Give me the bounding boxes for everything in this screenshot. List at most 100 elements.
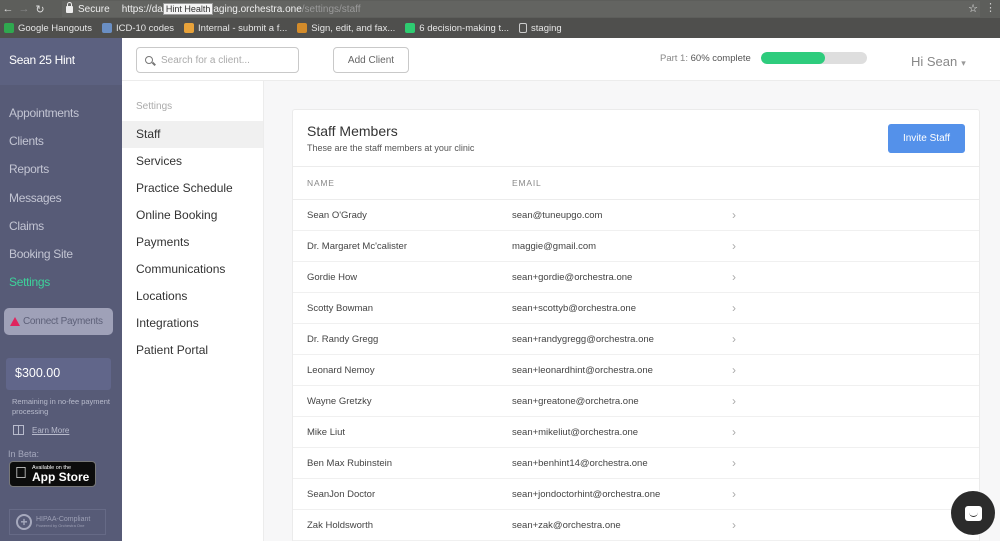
- bookmarks-bar: Google Hangouts ICD-10 codes Internal - su…: [0, 18, 1000, 38]
- back-icon[interactable]: ←: [0, 3, 16, 15]
- clinic-name[interactable]: Sean 25 Hint: [0, 38, 122, 85]
- staff-email: sean+jondoctorhint@orchestra.one: [512, 488, 661, 500]
- apple-icon: : [15, 465, 27, 483]
- settings-item-services[interactable]: Services: [122, 148, 263, 175]
- settings-item-online-booking[interactable]: Online Booking: [122, 202, 263, 229]
- bookmark-item[interactable]: Google Hangouts: [4, 23, 92, 34]
- staff-email: sean+gordie@orchestra.one: [512, 271, 633, 283]
- chevron-right-icon[interactable]: ›: [732, 332, 752, 346]
- warning-icon: [10, 317, 20, 327]
- staff-email: sean+leonardhint@orchestra.one: [512, 364, 653, 376]
- sidebar-item-booking-site[interactable]: Booking Site: [0, 240, 122, 268]
- secure-label: Secure: [78, 3, 110, 15]
- page-title: Staff Members: [307, 123, 398, 139]
- chevron-right-icon[interactable]: ›: [732, 270, 752, 284]
- staff-name: SeanJon Doctor: [307, 488, 376, 500]
- settings-item-payments[interactable]: Payments: [122, 229, 263, 256]
- connect-payments-button[interactable]: Connect Payments: [4, 308, 113, 336]
- in-beta-label: In Beta:: [8, 449, 40, 460]
- table-row[interactable]: SeanJon Doctor sean+jondoctorhint@orchest…: [293, 479, 979, 510]
- settings-item-locations[interactable]: Locations: [122, 283, 263, 310]
- connect-payments-label: Connect Payments: [23, 316, 103, 328]
- table-row[interactable]: Sean O'Grady sean@tuneupgo.com ›: [293, 200, 979, 231]
- table-row[interactable]: Scotty Bowman sean+scottyb@orchestra.one ›: [293, 293, 979, 324]
- url-field[interactable]: Secure https://da Hint Health aging.orch…: [62, 1, 980, 17]
- settings-item-communications[interactable]: Communications: [122, 256, 263, 283]
- table-row[interactable]: Leonard Nemoy sean+leonardhint@orchestra.…: [293, 355, 979, 386]
- main-sidebar: Sean 25 Hint Appointments Clients Reports M…: [0, 38, 122, 541]
- app-store-badge[interactable]:  Available on the App Store: [9, 461, 96, 488]
- chevron-right-icon[interactable]: ›: [732, 394, 752, 408]
- staff-name: Leonard Nemoy: [307, 364, 375, 376]
- sidebar-item-reports[interactable]: Reports: [0, 155, 122, 183]
- bookmark-star-icon[interactable]: ☆: [968, 2, 978, 15]
- search-input[interactable]: [161, 54, 286, 66]
- table-row[interactable]: Dr. Randy Gregg sean+randygregg@orchestra…: [293, 324, 979, 355]
- url-prefix: https://da: [121, 3, 163, 15]
- staff-email: sean@tuneupgo.com: [512, 209, 603, 221]
- staff-card: Staff Members These are the staff member…: [292, 109, 980, 541]
- browser-menu-icon[interactable]: ⋮: [985, 1, 996, 14]
- table-row[interactable]: Ben Max Rubinstein sean+benhint14@orchest…: [293, 448, 979, 479]
- bookmark-item[interactable]: Sign, edit, and fax...: [297, 23, 395, 34]
- hipaa-badge: + HIPAA-Compliant Powered by Orchestra O…: [9, 509, 106, 536]
- bookmark-item[interactable]: 6 decision-making t...: [405, 23, 509, 34]
- chevron-right-icon[interactable]: ›: [732, 208, 752, 222]
- chevron-right-icon[interactable]: ›: [732, 363, 752, 377]
- client-search[interactable]: [136, 47, 299, 73]
- hipaa-subtitle: Powered by Orchestra One: [36, 523, 85, 529]
- progress-bar: [761, 52, 867, 64]
- chevron-right-icon[interactable]: ›: [732, 301, 752, 315]
- sidebar-item-settings[interactable]: Settings: [0, 268, 122, 296]
- bookmark-item[interactable]: staging: [519, 23, 562, 34]
- settings-item-staff[interactable]: Staff: [122, 121, 263, 148]
- sidebar-item-appointments[interactable]: Appointments: [0, 99, 122, 127]
- sidebar-item-clients[interactable]: Clients: [0, 127, 122, 155]
- settings-item-practice-schedule[interactable]: Practice Schedule: [122, 175, 263, 202]
- url-host: aging.orchestra.one: [213, 3, 302, 15]
- table-row[interactable]: Mike Liut sean+mikeliut@orchestra.one ›: [293, 417, 979, 448]
- sidebar-item-claims[interactable]: Claims: [0, 212, 122, 240]
- table-row[interactable]: Dr. Margaret Mc'calister maggie@gmail.com…: [293, 231, 979, 262]
- settings-item-integrations[interactable]: Integrations: [122, 310, 263, 337]
- staff-email: sean+scottyb@orchestra.one: [512, 302, 636, 314]
- staff-email: sean+randygregg@orchestra.one: [512, 333, 654, 345]
- staff-name: Sean O'Grady: [307, 209, 367, 221]
- chevron-right-icon[interactable]: ›: [732, 425, 752, 439]
- user-menu[interactable]: Hi Sean ▾: [911, 54, 966, 69]
- chevron-right-icon[interactable]: ›: [732, 518, 752, 532]
- table-row[interactable]: Gordie How sean+gordie@orchestra.one ›: [293, 262, 979, 293]
- bookmark-label: Internal - submit a f...: [198, 22, 288, 34]
- staff-name: Mike Liut: [307, 426, 346, 438]
- bookmark-item[interactable]: ICD-10 codes: [101, 23, 174, 34]
- plus-circle-icon: +: [16, 514, 32, 531]
- progress-prefix: Part 1:: [660, 53, 691, 64]
- chevron-right-icon[interactable]: ›: [732, 456, 752, 470]
- staff-email: sean+benhint14@orchestra.one: [512, 457, 648, 469]
- reload-icon[interactable]: ↻: [32, 3, 48, 16]
- bookmark-item[interactable]: Internal - submit a f...: [184, 23, 287, 34]
- table-row[interactable]: Zak Holdsworth sean+zak@orchestra.one ›: [293, 510, 979, 541]
- chat-widget-button[interactable]: [951, 491, 995, 535]
- forward-icon[interactable]: →: [16, 3, 32, 15]
- staff-name: Dr. Randy Gregg: [307, 333, 379, 345]
- add-client-button[interactable]: Add Client: [333, 47, 409, 73]
- staff-card-header: Staff Members These are the staff member…: [293, 110, 979, 167]
- gift-icon: [13, 425, 24, 436]
- settings-menu: Settings Staff Services Practice Schedule O…: [122, 81, 264, 541]
- settings-item-patient-portal[interactable]: Patient Portal: [122, 337, 263, 364]
- settings-menu-title: Settings: [136, 101, 173, 112]
- invite-staff-button[interactable]: Invite Staff: [888, 124, 965, 153]
- sidebar-item-messages[interactable]: Messages: [0, 184, 122, 212]
- chevron-right-icon[interactable]: ›: [732, 487, 752, 501]
- hangouts-icon: [4, 23, 14, 33]
- progress-label: Part 1: 60% complete: [660, 53, 751, 64]
- chevron-right-icon[interactable]: ›: [732, 239, 752, 253]
- main-nav: Appointments Clients Reports Messages Claims…: [0, 85, 122, 296]
- earn-more-link[interactable]: Earn More: [32, 426, 69, 435]
- staff-name: Dr. Margaret Mc'calister: [307, 240, 408, 252]
- table-row[interactable]: Wayne Gretzky sean+greatone@orchetra.one ›: [293, 386, 979, 417]
- staff-name: Scotty Bowman: [307, 302, 373, 314]
- lock-icon: [66, 1, 73, 13]
- staff-name: Zak Holdsworth: [307, 519, 373, 531]
